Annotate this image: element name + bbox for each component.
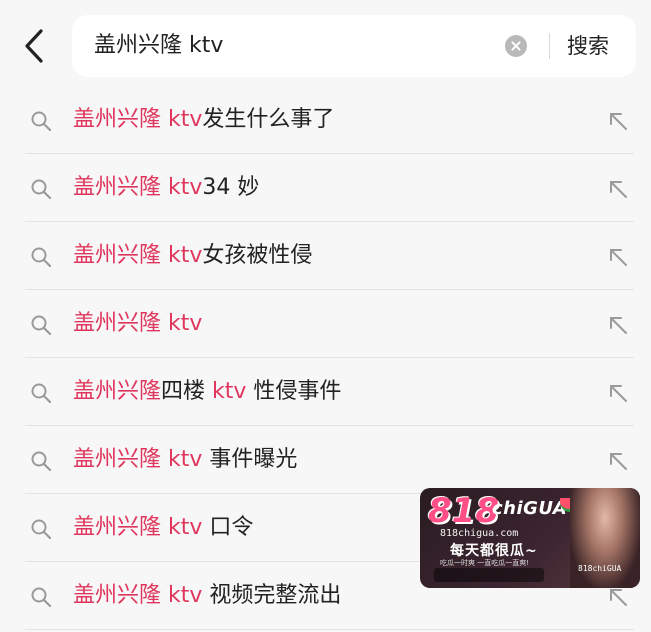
search-icon: [31, 451, 52, 472]
suggestion-text: 盖州兴隆 ktv 视频完整流出: [73, 562, 341, 630]
search-box[interactable]: 盖州兴隆 ktv 搜索: [72, 15, 636, 77]
suggestion-rest: 女孩被性侵: [202, 243, 313, 268]
arrow-up-left-icon[interactable]: [606, 109, 630, 133]
suggestion-highlight: 盖州兴隆 ktv: [73, 583, 203, 608]
watermark-site: 818chigua.com: [440, 528, 519, 539]
suggestion-rest: 口令: [202, 515, 254, 540]
arrow-up-left-icon[interactable]: [606, 177, 630, 201]
arrow-up-left-icon[interactable]: [606, 245, 630, 269]
suggestion-text: 盖州兴隆 ktv 口令: [73, 494, 253, 562]
suggestion-rest: 视频完整流出: [202, 583, 342, 608]
arrow-up-left-icon[interactable]: [606, 381, 630, 405]
suggestion-rest: 性侵事件: [246, 379, 342, 404]
clear-icon[interactable]: [505, 35, 527, 57]
suggestion-row[interactable]: 盖州兴隆 ktv发生什么事了: [0, 86, 651, 154]
divider: [549, 33, 550, 59]
suggestion-text: 盖州兴隆 ktv: [73, 290, 202, 358]
search-icon: [31, 519, 52, 540]
suggestion-highlight: 盖州兴隆 ktv: [73, 107, 203, 132]
suggestion-rest: 事件曝光: [202, 447, 298, 472]
suggestion-text: 盖州兴隆 ktv34 妙: [73, 154, 259, 222]
search-page: 盖州兴隆 ktv 搜索 盖州兴隆 ktv发生什么事了 盖州兴隆 ktv34 妙盖州…: [0, 0, 651, 632]
search-icon: [31, 247, 52, 268]
search-icon: [31, 111, 52, 132]
watermark-badge: 818chiGUA: [578, 564, 622, 573]
suggestion-highlight: 盖州兴隆 ktv: [73, 515, 203, 540]
watermark-ad: 818 chiGUA 818chigua.com 每天都很瓜~ 吃瓜一时爽 一直…: [420, 488, 640, 588]
search-input[interactable]: 盖州兴隆 ktv: [94, 15, 223, 77]
suggestion-row[interactable]: 盖州兴隆 ktv: [0, 290, 651, 358]
search-icon: [31, 179, 52, 200]
suggestion-text: 盖州兴隆 ktv 事件曝光: [73, 426, 297, 494]
suggestion-highlight: 盖州兴隆 ktv: [73, 311, 203, 336]
suggestion-highlight: 盖州兴隆 ktv: [73, 447, 203, 472]
watermark-slogan: 每天都很瓜~: [450, 543, 538, 559]
watermark-photo: [570, 488, 640, 588]
suggestion-text: 盖州兴隆 ktv女孩被性侵: [73, 222, 312, 290]
suggestion-highlight: ktv: [212, 379, 247, 404]
suggestion-text: 盖州兴隆 ktv发生什么事了: [73, 86, 334, 154]
watermark-logo: 818: [428, 491, 499, 531]
search-header: 盖州兴隆 ktv 搜索: [0, 0, 651, 92]
suggestion-rest: 发生什么事了: [202, 107, 335, 132]
suggestion-rest: 四楼: [161, 379, 213, 404]
suggestion-row[interactable]: 盖州兴隆 ktv女孩被性侵: [0, 222, 651, 290]
chevron-left-icon: [25, 29, 43, 63]
search-icon: [31, 315, 52, 336]
back-button[interactable]: [16, 26, 52, 66]
watermark-logo-suffix: chiGUA: [492, 498, 568, 519]
search-icon: [31, 383, 52, 404]
watermark-tagline: 吃瓜一时爽 一直吃瓜一直爽!: [440, 559, 530, 567]
suggestion-text: 盖州兴隆四楼 ktv 性侵事件: [73, 358, 341, 426]
search-icon: [31, 587, 52, 608]
suggestion-row[interactable]: 盖州兴隆 ktv34 妙: [0, 154, 651, 222]
suggestion-highlight: 盖州兴隆: [73, 379, 162, 404]
suggestion-row[interactable]: 盖州兴隆四楼 ktv 性侵事件: [0, 358, 651, 426]
arrow-up-left-icon[interactable]: [606, 449, 630, 473]
suggestion-rest: 34 妙: [202, 175, 260, 200]
search-button[interactable]: 搜索: [567, 15, 609, 77]
arrow-up-left-icon[interactable]: [606, 585, 630, 609]
suggestion-highlight: 盖州兴隆 ktv: [73, 243, 203, 268]
suggestion-highlight: 盖州兴隆 ktv: [73, 175, 203, 200]
arrow-up-left-icon[interactable]: [606, 313, 630, 337]
watermark-bar: [434, 568, 544, 582]
suggestion-row[interactable]: 盖州兴隆 ktv 事件曝光: [0, 426, 651, 494]
